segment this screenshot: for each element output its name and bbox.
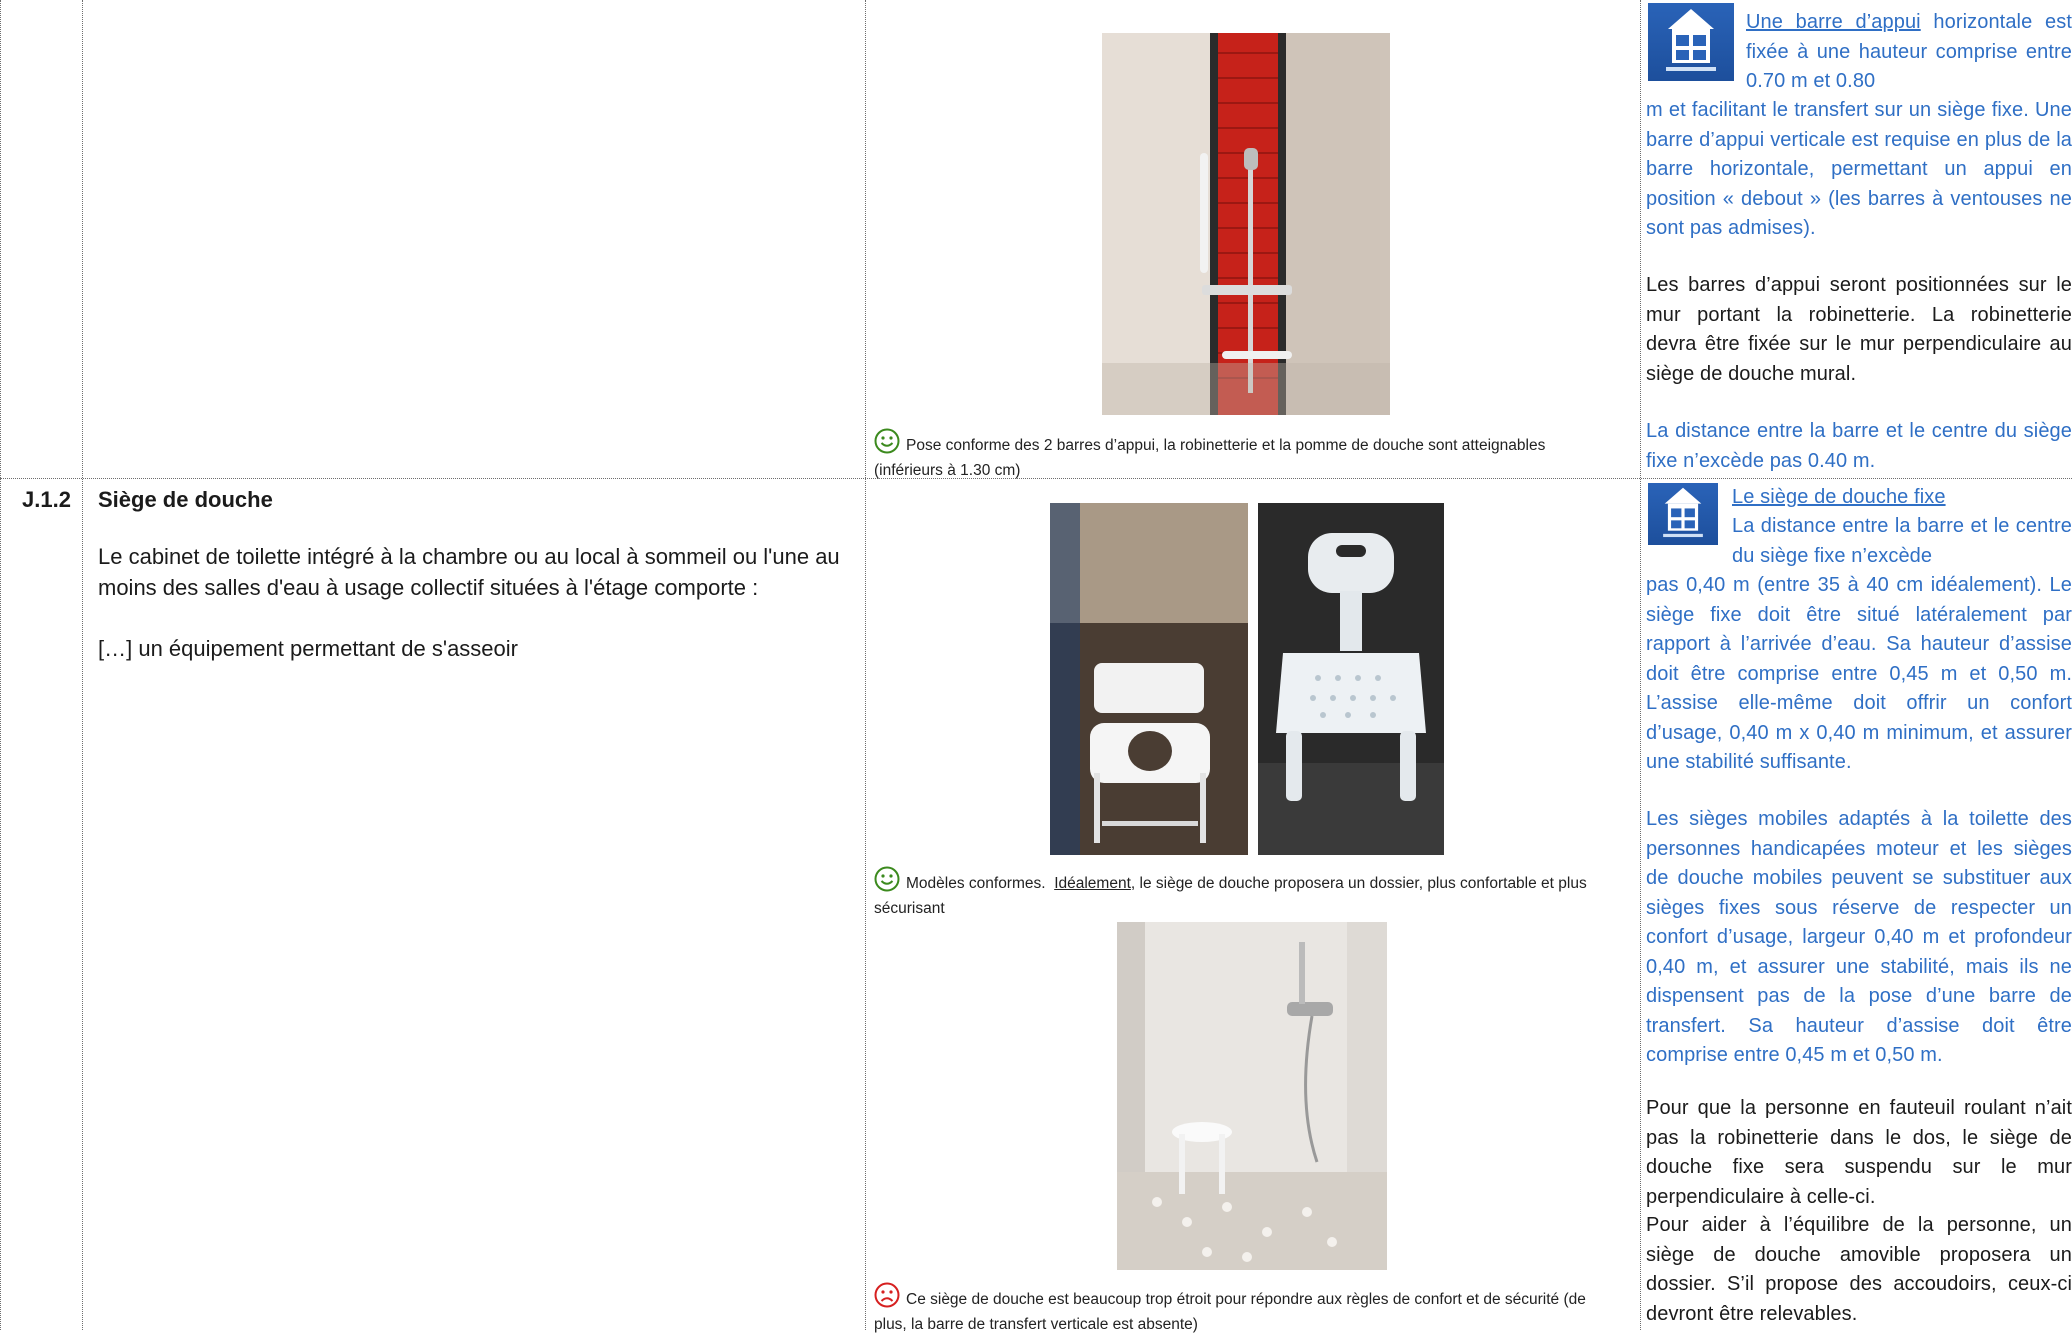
photo-shower-chair-backrest: [1258, 503, 1444, 855]
right-block-3: La distance entre la barre et le centre …: [1646, 420, 2072, 472]
caption-photo-3-text: Ce siège de douche est beaucoup trop étr…: [874, 1291, 1586, 1333]
caption-photo-1-text: Pose conforme des 2 barres d’appui, la r…: [874, 437, 1546, 479]
section-title: Siège de douche: [98, 487, 273, 512]
section-paragraph-1: Le cabinet de toilette intégré à la cham…: [98, 544, 840, 600]
right-block-2: Les barres d’appui seront positionnées s…: [1646, 274, 2072, 385]
right-block-4-body: pas 0,40 m (entre 35 à 40 cm idéalement)…: [1646, 574, 2072, 773]
right-block-6: Pour que la personne en fauteuil roulant…: [1646, 1097, 2072, 1208]
right-block-1-head: Une barre d’appui horizontale est fixée …: [1746, 8, 2072, 97]
smiley-face-icon: [874, 428, 900, 460]
table-border-col2: [865, 0, 866, 1330]
right-block-1-body: m et facilitant le transfert sur un sièg…: [1646, 99, 2072, 239]
caption-photo-2: Modèles conformes. Idéalement, le siège …: [874, 866, 1614, 919]
photo-shower-chair-mobile: [1050, 503, 1248, 855]
photo-narrow-shower-stool: [1117, 922, 1387, 1270]
caption-photo-2-prefix: Modèles conformes.: [906, 875, 1046, 892]
table-border-left: [0, 0, 1, 1330]
smiley-face-icon: [874, 866, 900, 898]
accessibility-label-logo: [1648, 483, 1718, 545]
frowning-face-icon: [874, 1282, 900, 1314]
caption-photo-1: Pose conforme des 2 barres d’appui, la r…: [874, 428, 1614, 481]
section-paragraph-2: […] un équipement permettant de s'asseoi…: [98, 636, 518, 661]
accessibility-label-logo: [1648, 3, 1734, 81]
right-block-5: Les sièges mobiles adaptés à la toilette…: [1646, 808, 2072, 1066]
grab-bar-link[interactable]: Une barre d’appui: [1746, 11, 1921, 33]
right-block-7: Pour aider à l’équilibre de la personne,…: [1646, 1214, 2072, 1325]
caption-photo-2-underlined: Idéalement: [1054, 875, 1131, 892]
table-border-col1: [82, 0, 83, 1330]
caption-photo-3: Ce siège de douche est beaucoup trop étr…: [874, 1282, 1614, 1335]
table-border-col3: [1640, 0, 1641, 1330]
section-code: J.1.2: [22, 487, 71, 512]
right-block-4-head: La distance entre la barre et le centre …: [1732, 515, 2072, 567]
fixed-seat-link[interactable]: Le siège de douche fixe: [1732, 483, 2072, 513]
photo-grab-bars-shower: [1102, 33, 1390, 415]
